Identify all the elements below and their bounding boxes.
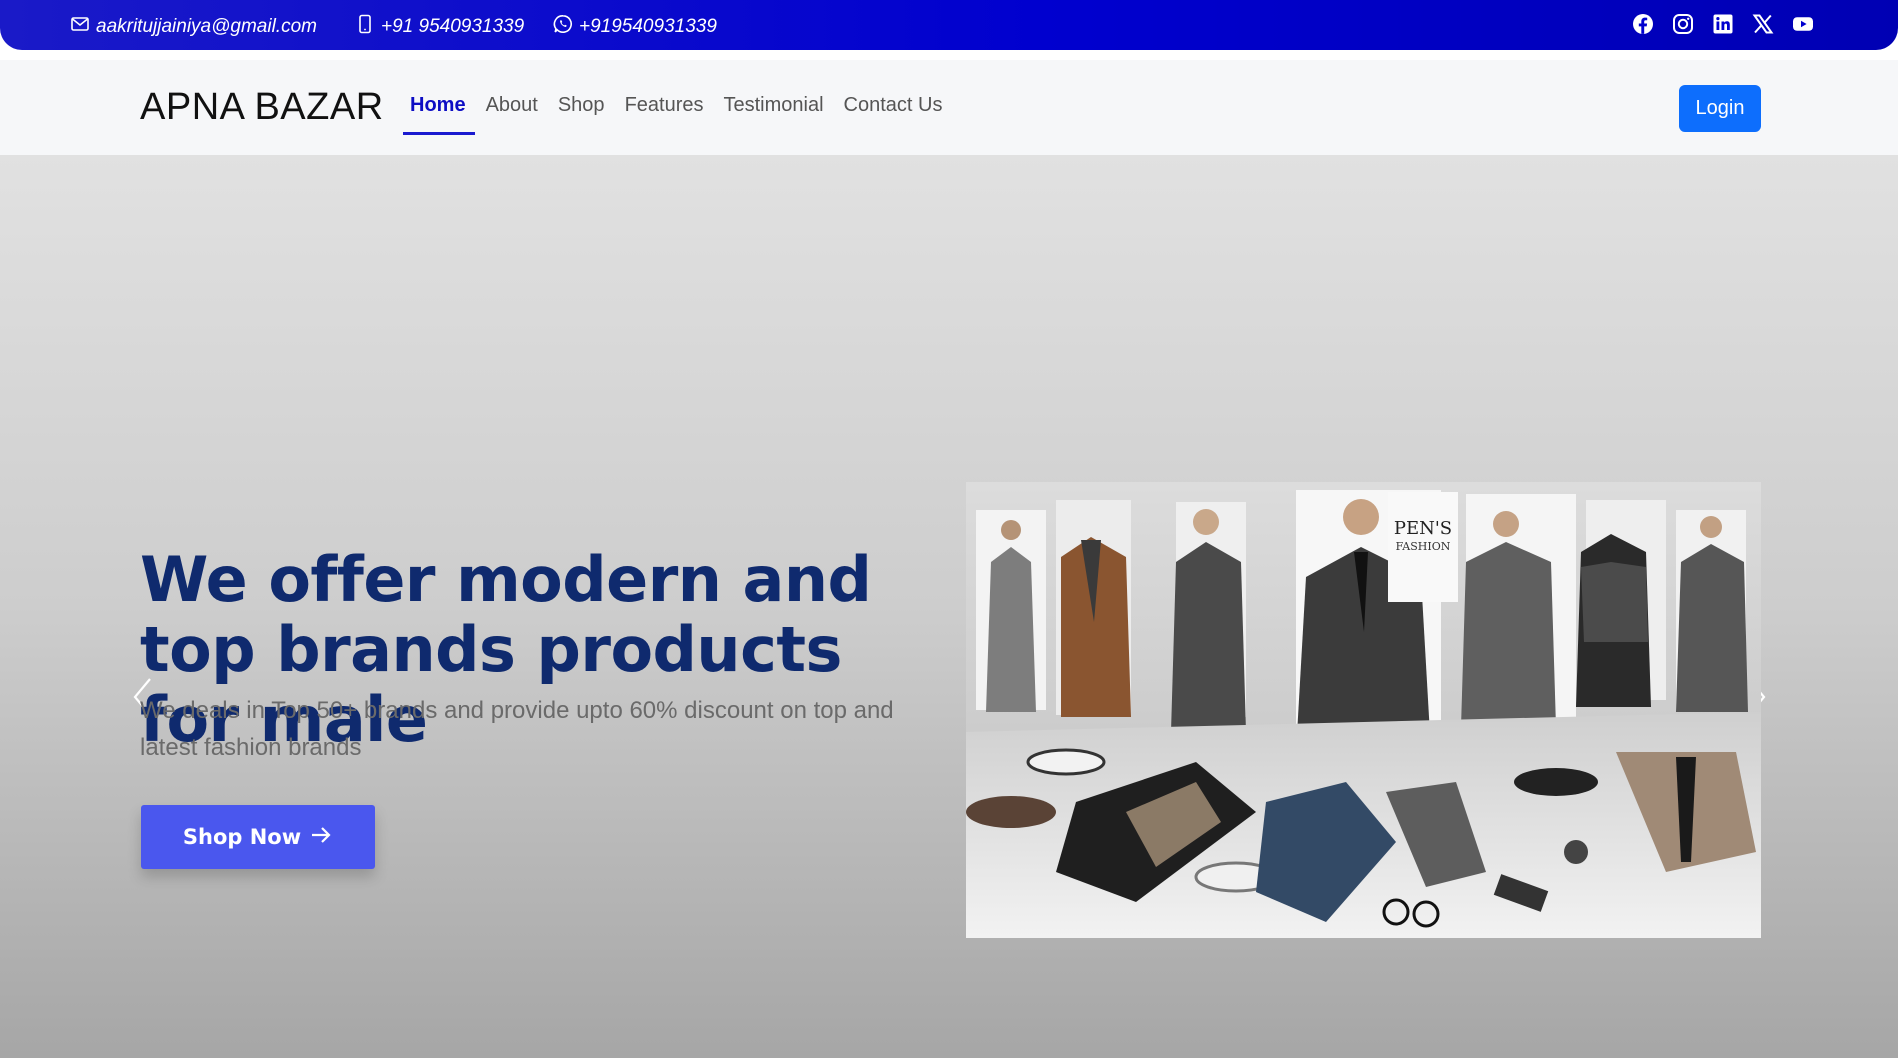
x-icon[interactable] bbox=[1752, 13, 1774, 35]
arrow-right-icon bbox=[309, 823, 333, 852]
hero-fashion-image: PEN'S FASHION bbox=[966, 482, 1761, 938]
hero-subtitle: We deals in Top 50+ brands and provide u… bbox=[140, 697, 894, 761]
envelope-icon bbox=[70, 14, 90, 40]
image-sign-line2: FASHION bbox=[1396, 540, 1451, 553]
social-links bbox=[1632, 13, 1814, 35]
linkedin-icon[interactable] bbox=[1712, 13, 1734, 35]
nav-link-testimonial[interactable]: Testimonial bbox=[714, 94, 834, 134]
nav-link-shop[interactable]: Shop bbox=[548, 94, 615, 134]
nav-link-about[interactable]: About bbox=[476, 94, 548, 134]
hero-carousel: We offer modern and top brands products … bbox=[0, 155, 1898, 1058]
email-text: aakritujjainiya@gmail.com bbox=[96, 16, 317, 37]
contact-email[interactable]: aakritujjainiya@gmail.com bbox=[70, 14, 317, 40]
shop-now-button[interactable]: Shop Now bbox=[141, 805, 375, 869]
whatsapp-text: +919540931339 bbox=[579, 16, 717, 37]
facebook-icon[interactable] bbox=[1632, 13, 1654, 35]
contact-phone[interactable]: +91 9540931339 bbox=[355, 14, 524, 40]
main-navbar: APNA BAZAR Home About Shop Features Test… bbox=[0, 60, 1898, 155]
nav-link-features[interactable]: Features bbox=[615, 94, 714, 134]
instagram-icon[interactable] bbox=[1672, 13, 1694, 35]
top-contact-bar: aakritujjainiya@gmail.com +91 9540931339… bbox=[0, 0, 1898, 50]
youtube-icon[interactable] bbox=[1792, 13, 1814, 35]
mobile-phone-icon bbox=[355, 14, 375, 40]
shop-now-label: Shop Now bbox=[182, 825, 302, 849]
image-sign-line1: PEN'S bbox=[1394, 518, 1452, 539]
nav-link-home[interactable]: Home bbox=[400, 94, 476, 135]
primary-nav: Home About Shop Features Testimonial Con… bbox=[400, 94, 953, 135]
whatsapp-icon bbox=[553, 14, 573, 40]
login-button[interactable]: Login bbox=[1679, 85, 1761, 132]
contact-whatsapp[interactable]: +919540931339 bbox=[553, 14, 717, 40]
phone-text: +91 9540931339 bbox=[381, 16, 525, 37]
nav-link-contact-us[interactable]: Contact Us bbox=[834, 94, 953, 134]
brand-logo[interactable]: APNA BAZAR bbox=[140, 86, 384, 129]
